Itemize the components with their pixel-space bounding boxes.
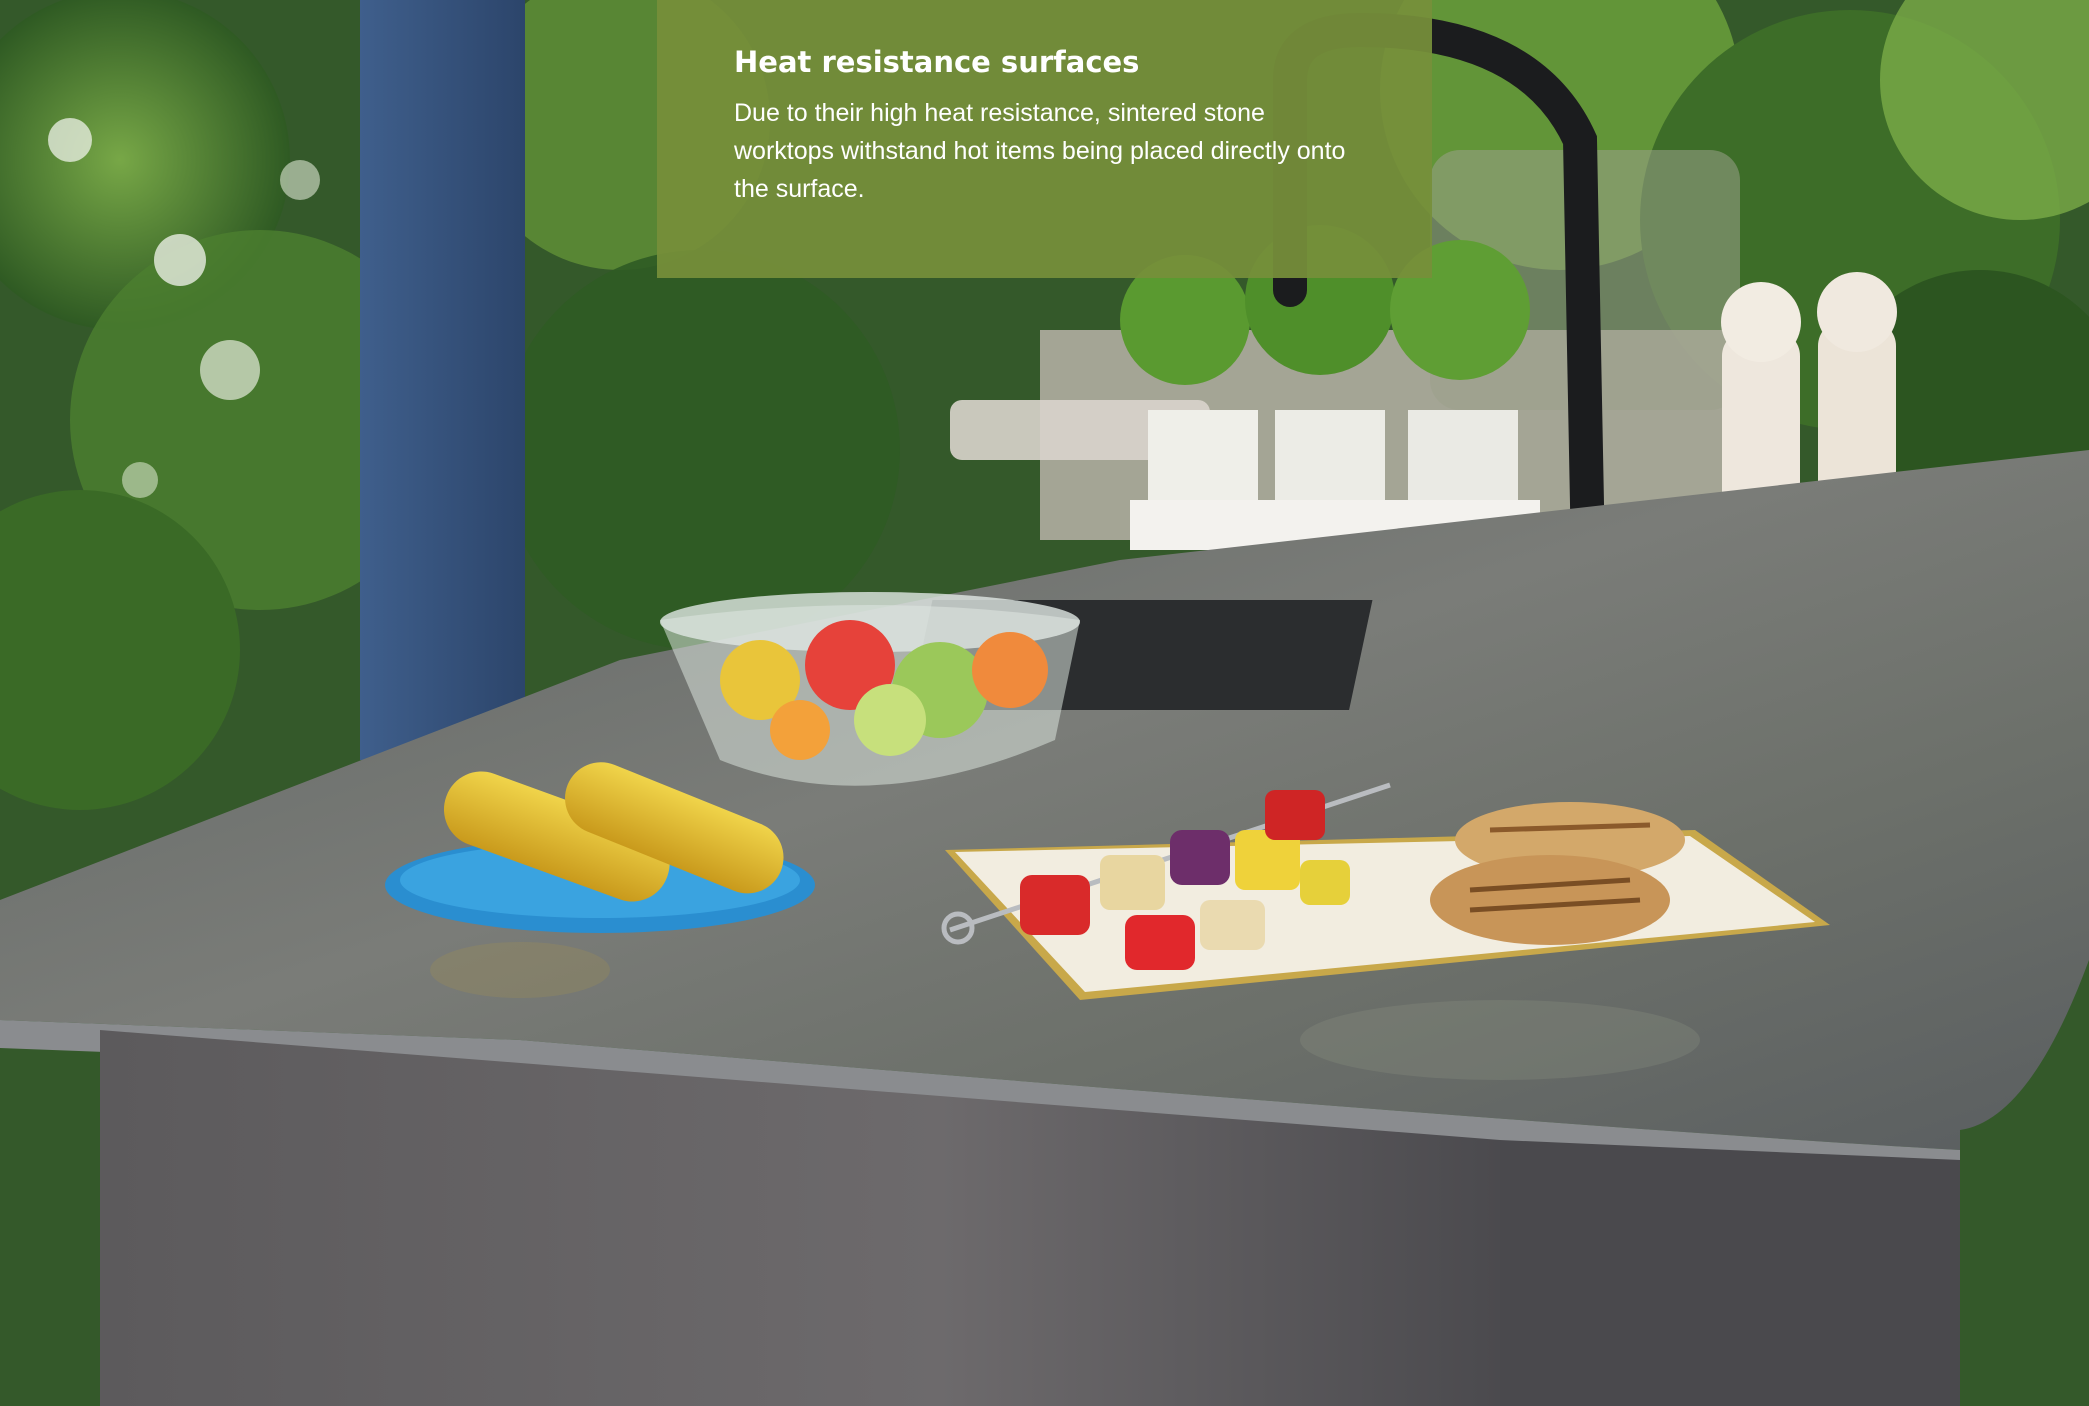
info-caption-panel: Heat resistance surfaces Due to their hi… — [657, 0, 1432, 278]
caption-body: Due to their high heat resistance, sinte… — [734, 99, 1346, 203]
caption-title: Heat resistance surfaces — [734, 45, 1140, 79]
grilled-chicken-icon — [1430, 802, 1685, 945]
pergola-post — [360, 0, 525, 760]
